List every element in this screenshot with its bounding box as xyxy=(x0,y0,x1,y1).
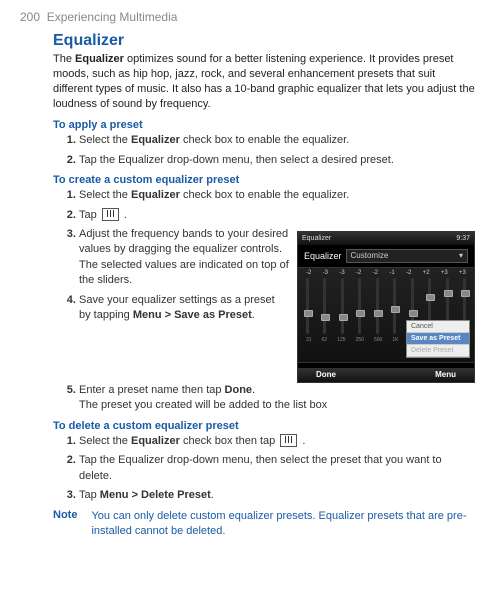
softkey-menu[interactable]: Menu xyxy=(435,370,456,379)
eq-value: -1 xyxy=(389,270,394,276)
eq-value: -3 xyxy=(323,270,328,276)
create-step-2: Tap . xyxy=(79,208,475,223)
eq-knob[interactable] xyxy=(321,314,330,321)
eq-value: -2 xyxy=(306,270,311,276)
create-step-3: Adjust the frequency bands to your desir… xyxy=(79,227,289,289)
eq-value: +3 xyxy=(441,270,448,276)
steps-delete: Select the Equalizer check box then tap … xyxy=(53,434,475,504)
page-title: Equalizer xyxy=(53,32,475,50)
steps-create: Select the Equalizer check box to enable… xyxy=(53,188,475,223)
eq-freq-label: 125 xyxy=(337,337,345,343)
eq-freq-label: 1K xyxy=(392,337,398,343)
chevron-down-icon: ▾ xyxy=(459,251,463,260)
delete-step-1: Select the Equalizer check box then tap … xyxy=(79,434,475,449)
eq-slider[interactable] xyxy=(376,278,379,334)
eq-value: -2 xyxy=(373,270,378,276)
phone-status-bar: Equalizer 9:37 xyxy=(298,232,474,245)
phone-bar-title: Equalizer xyxy=(302,235,331,242)
eq-freq-label: 62 xyxy=(322,337,328,343)
eq-knob[interactable] xyxy=(461,290,470,297)
eq-label: Equalizer xyxy=(304,251,342,261)
eq-freq-label: 250 xyxy=(356,337,364,343)
eq-dropdown[interactable]: Customize▾ xyxy=(346,249,468,263)
eq-knob[interactable] xyxy=(356,310,365,317)
steps-apply: Select the Equalizer check box to enable… xyxy=(53,133,475,168)
equalizer-icon xyxy=(102,208,119,221)
eq-slider[interactable] xyxy=(306,278,309,334)
eq-knob[interactable] xyxy=(304,310,313,317)
eq-knob[interactable] xyxy=(409,310,418,317)
note: Note You can only delete custom equalize… xyxy=(53,509,475,539)
delete-step-3: Tap Menu > Delete Preset. xyxy=(79,488,475,503)
phone-bar-time: 9:37 xyxy=(456,235,470,242)
eq-knob[interactable] xyxy=(426,294,435,301)
steps-create-cont: Adjust the frequency bands to your desir… xyxy=(53,227,289,327)
intro-paragraph: The Equalizer optimizes sound for a bett… xyxy=(53,52,475,111)
subhead-delete: To delete a custom equalizer preset xyxy=(53,420,475,432)
eq-slider[interactable] xyxy=(358,278,361,334)
eq-slider[interactable] xyxy=(393,278,396,334)
eq-slider[interactable] xyxy=(323,278,326,334)
eq-value: -2 xyxy=(356,270,361,276)
page-number: 200 xyxy=(20,10,40,24)
eq-value: -3 xyxy=(339,270,344,276)
apply-step-1: Select the Equalizer check box to enable… xyxy=(79,133,475,148)
eq-panel: -2-3-3-2-2-1-2+2+3+3 31621252505001K2K4K… xyxy=(298,267,474,363)
create-step-1: Select the Equalizer check box to enable… xyxy=(79,188,475,203)
equalizer-screenshot: Equalizer 9:37 Equalizer Customize▾ -2 -3… xyxy=(297,231,475,383)
eq-knob[interactable] xyxy=(444,290,453,297)
page-header: 200 Experiencing Multimedia xyxy=(20,10,480,24)
eq-value: +2 xyxy=(423,270,430,276)
eq-slider[interactable] xyxy=(341,278,344,334)
eq-knob[interactable] xyxy=(374,310,383,317)
equalizer-icon xyxy=(280,434,297,447)
create-step-5: Enter a preset name then tap Done. The p… xyxy=(79,383,475,414)
note-label: Note xyxy=(53,509,77,539)
menu-delete-preset[interactable]: Delete Preset xyxy=(407,345,469,357)
section-title: Experiencing Multimedia xyxy=(47,10,178,24)
subhead-create: To create a custom equalizer preset xyxy=(53,174,475,186)
menu-save-as-preset[interactable]: Save as Preset xyxy=(407,333,469,345)
note-body: You can only delete custom equalizer pre… xyxy=(91,509,475,539)
eq-freq-label: 500 xyxy=(374,337,382,343)
subhead-apply: To apply a preset xyxy=(53,119,475,131)
steps-create-last: Enter a preset name then tap Done. The p… xyxy=(53,383,475,414)
delete-step-2: Tap the Equalizer drop-down menu, then s… xyxy=(79,453,475,484)
create-step-4: Save your equalizer settings as a preset… xyxy=(79,293,289,324)
eq-freq-label: 31 xyxy=(306,337,312,343)
menu-cancel[interactable]: Cancel xyxy=(407,321,469,333)
apply-step-2: Tap the Equalizer drop-down menu, then s… xyxy=(79,153,475,168)
eq-knob[interactable] xyxy=(391,306,400,313)
eq-value: +3 xyxy=(459,270,466,276)
context-menu[interactable]: Cancel Save as Preset Delete Preset xyxy=(406,320,470,358)
eq-value: -2 xyxy=(406,270,411,276)
softkey-done[interactable]: Done xyxy=(316,370,336,379)
eq-knob[interactable] xyxy=(339,314,348,321)
